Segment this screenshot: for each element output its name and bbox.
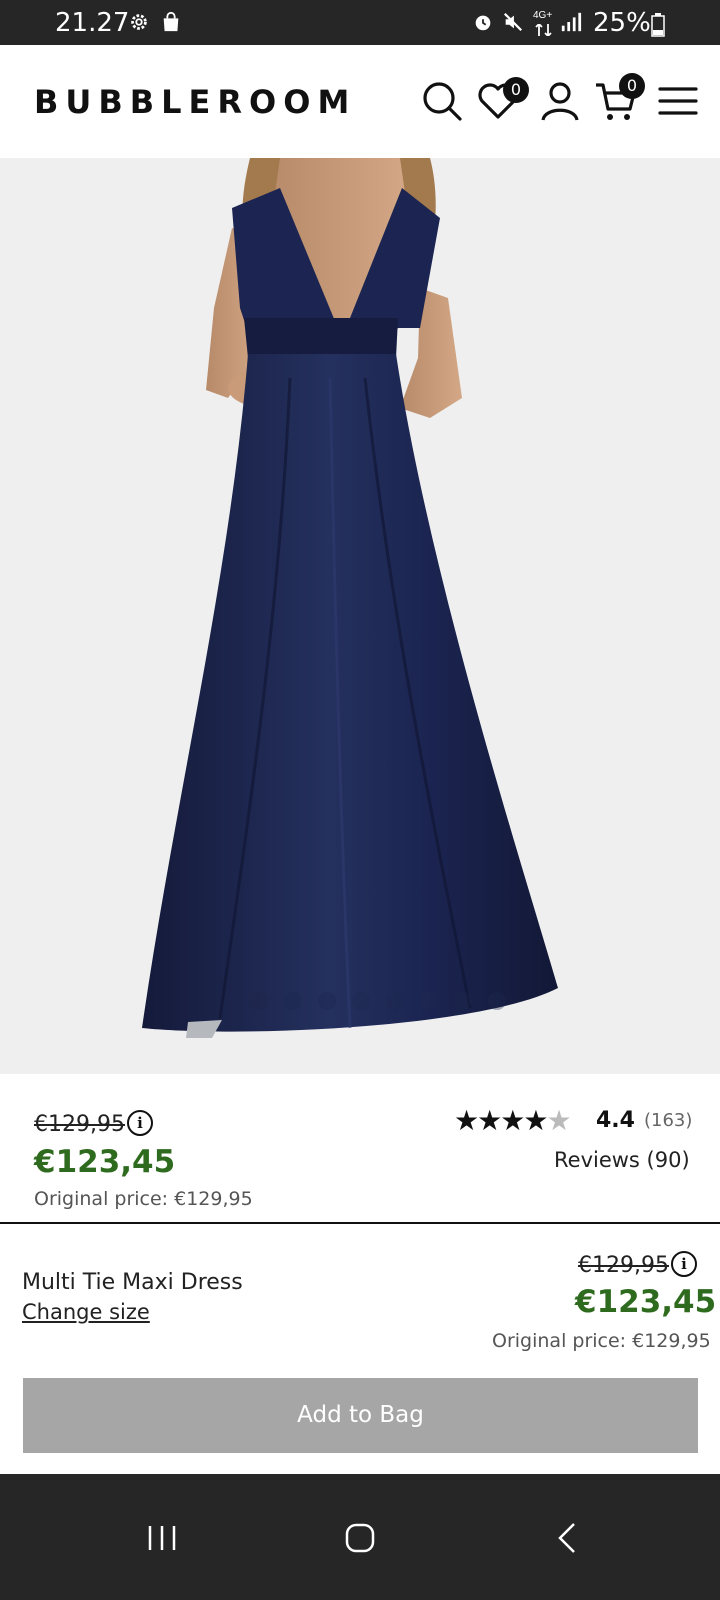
rating-count: (163): [644, 1110, 693, 1131]
change-size-link[interactable]: Change size: [22, 1300, 150, 1324]
recent-apps-icon[interactable]: [146, 1522, 178, 1554]
reviews-link[interactable]: Reviews (90): [554, 1148, 690, 1172]
rating-stars[interactable]: ★★★★★: [454, 1104, 572, 1137]
menu-icon[interactable]: [656, 79, 700, 123]
search-icon[interactable]: [420, 79, 464, 123]
battery-level: 25%: [593, 8, 651, 38]
add-to-bag-button[interactable]: Add to Bag: [23, 1378, 698, 1453]
gallery-dot[interactable]: [454, 992, 472, 1010]
signal-icon: [561, 12, 582, 32]
sticky-info-icon[interactable]: i: [671, 1251, 697, 1277]
gallery-dot[interactable]: [386, 992, 404, 1010]
gallery-dot[interactable]: [420, 992, 438, 1010]
battery-icon: [651, 13, 665, 37]
original-price-label: Original price: €129,95: [34, 1188, 253, 1210]
gallery-dot[interactable]: [250, 992, 268, 1010]
status-bar: 21.27 4G+ 25%: [0, 0, 720, 45]
sale-price: €123,45: [34, 1144, 176, 1180]
brand-logo[interactable]: BUBBLEROOM: [34, 83, 356, 121]
wishlist-count-badge: 0: [503, 77, 529, 103]
info-icon[interactable]: i: [127, 1110, 153, 1136]
settings-icon: [131, 14, 147, 30]
cart-count-badge: 0: [619, 73, 645, 99]
back-icon[interactable]: [552, 1522, 584, 1554]
gallery-dot[interactable]: [488, 992, 506, 1010]
shopping-bag-icon: [163, 11, 179, 32]
mute-icon: [503, 12, 523, 32]
star-icon: ★: [523, 1105, 548, 1136]
network-label: 4G+: [533, 10, 553, 21]
system-nav-bar: [0, 1474, 720, 1600]
status-time: 21.27: [55, 8, 130, 38]
star-icon: ★: [454, 1105, 479, 1136]
old-price: €129,95: [34, 1112, 125, 1137]
gallery-dot[interactable]: [318, 992, 336, 1010]
rating-value: 4.4: [596, 1108, 635, 1133]
home-icon[interactable]: [344, 1522, 376, 1554]
gallery-dot[interactable]: [284, 992, 302, 1010]
gallery-dot[interactable]: [352, 992, 370, 1010]
gallery-dots: [250, 992, 506, 1010]
network-icon: [535, 24, 552, 36]
sticky-original-price-label: Original price: €129,95: [492, 1330, 711, 1352]
product-name: Multi Tie Maxi Dress: [22, 1270, 243, 1295]
product-image-gallery[interactable]: [0, 158, 720, 1074]
user-icon[interactable]: [538, 79, 582, 123]
product-photo: [142, 158, 558, 1038]
sticky-old-price: €129,95: [578, 1253, 669, 1278]
star-icon: ★: [500, 1105, 525, 1136]
star-icon: ★: [477, 1105, 502, 1136]
site-header: BUBBLEROOM 0 0: [0, 45, 720, 158]
star-half-icon: ★: [546, 1105, 571, 1136]
alarm-icon: [475, 15, 491, 31]
sticky-sale-price: €123,45: [575, 1284, 717, 1320]
